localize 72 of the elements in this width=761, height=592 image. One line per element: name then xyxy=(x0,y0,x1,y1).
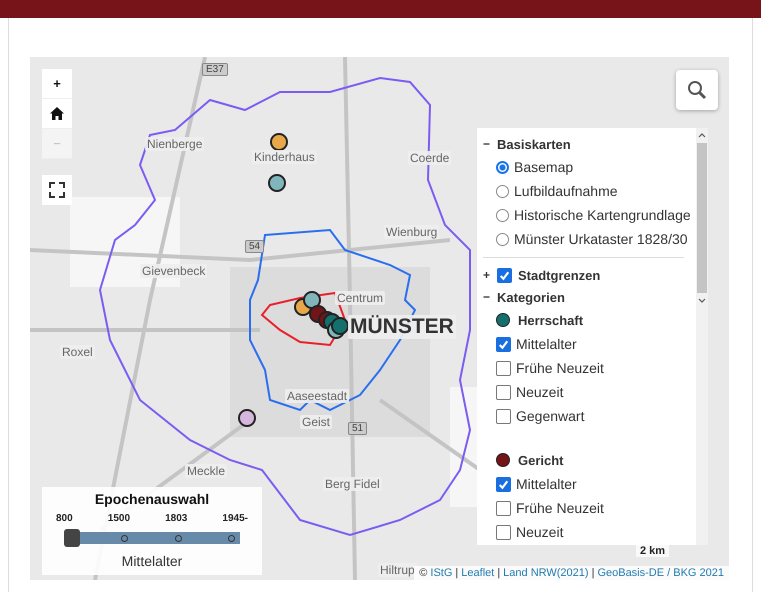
tick-label: 1945- xyxy=(222,513,248,524)
layer-label[interactable]: Stadtgrenzen xyxy=(518,268,600,282)
scale-bar: 2 km xyxy=(636,545,670,557)
radio-button[interactable] xyxy=(496,160,509,174)
option-label[interactable]: Basemap xyxy=(514,159,574,175)
map-label: 51 xyxy=(348,422,368,435)
slider-track[interactable] xyxy=(64,529,240,547)
collapse-toggle[interactable]: − xyxy=(483,290,491,304)
map-label: Nienberge xyxy=(145,137,204,151)
map-label: MÜNSTER xyxy=(348,315,456,339)
separator-text: | xyxy=(455,567,458,579)
map-label: Berg Fidel xyxy=(323,477,382,491)
fullscreen-icon xyxy=(49,182,65,198)
search-icon xyxy=(687,80,707,100)
attribution-link[interactable]: GeoBasis-DE / BKG 2021 xyxy=(597,567,724,579)
section-title: Kategorien xyxy=(497,290,565,304)
tick-label: 1803 xyxy=(165,513,188,524)
scroll-down-icon[interactable] xyxy=(698,298,706,303)
home-icon xyxy=(50,107,64,120)
checkbox[interactable] xyxy=(497,268,512,282)
map-label: Wienburg xyxy=(384,225,440,239)
category-title: Gericht xyxy=(518,452,564,468)
map-label: Geist xyxy=(300,415,332,429)
option-label[interactable]: Gegenwart xyxy=(516,408,584,424)
option-label[interactable]: Frühe Neuzeit xyxy=(516,500,604,516)
option-label[interactable]: Neuzeit xyxy=(516,384,564,400)
map-label: E37 xyxy=(202,63,228,76)
checkbox[interactable] xyxy=(496,360,511,376)
checkbox[interactable] xyxy=(496,408,511,424)
checkbox[interactable] xyxy=(496,500,511,516)
checkbox[interactable] xyxy=(496,336,511,352)
panel-title: Epochenauswahl xyxy=(94,491,210,507)
slider-thumb[interactable] xyxy=(64,529,80,547)
scroll-up-icon[interactable] xyxy=(698,133,706,138)
option-label[interactable]: Neuzeit xyxy=(516,524,564,540)
tick-label: 800 xyxy=(56,513,73,524)
radio-button[interactable] xyxy=(496,208,509,222)
attribution-link[interactable]: Land NRW(2021) xyxy=(503,567,589,579)
map-label: Meckle xyxy=(185,464,228,478)
separator-text: | xyxy=(497,567,500,579)
checkbox[interactable] xyxy=(496,384,511,400)
attribution-link[interactable]: IStG xyxy=(430,567,452,579)
attribution-link[interactable]: Leaflet xyxy=(461,567,494,579)
option-label[interactable]: Lufbildaufnahme xyxy=(514,183,618,199)
map-label: Roxel xyxy=(60,345,95,359)
checkbox[interactable] xyxy=(496,476,511,492)
map-label: Gievenbeck xyxy=(140,264,208,278)
category-title: Herrschaft xyxy=(518,312,584,328)
option-label[interactable]: Historische Kartengrundlage xyxy=(514,207,691,223)
fullscreen-button[interactable] xyxy=(42,175,72,205)
option-label[interactable]: Münster Urkataster 1828/30 xyxy=(514,231,688,247)
search-button[interactable] xyxy=(676,70,718,110)
map-label: Kinderhaus xyxy=(252,150,317,164)
radio-button[interactable] xyxy=(496,184,509,198)
map-label: Hiltrup xyxy=(378,563,417,577)
expand-toggle[interactable]: + xyxy=(483,268,491,282)
section-title: Basiskarten xyxy=(497,136,571,152)
tick-label: 1500 xyxy=(108,513,130,524)
map-label: Coerde xyxy=(408,151,452,165)
radio-button[interactable] xyxy=(496,232,509,246)
scrollbar[interactable] xyxy=(696,128,708,545)
separator-text: | xyxy=(592,567,594,579)
map-label: Centrum xyxy=(335,291,386,305)
checkbox[interactable] xyxy=(496,524,511,540)
map-label: 54 xyxy=(245,240,264,253)
option-label[interactable]: Mittelalter xyxy=(516,336,577,352)
option-label[interactable]: Frühe Neuzeit xyxy=(516,360,604,376)
epoch-label: Mittelalter xyxy=(120,553,184,569)
collapse-toggle[interactable]: − xyxy=(483,137,491,151)
option-label[interactable]: Mittelalter xyxy=(516,476,577,492)
copyright-sign: © xyxy=(419,567,428,579)
map-label: Aaseestadt xyxy=(285,389,350,403)
